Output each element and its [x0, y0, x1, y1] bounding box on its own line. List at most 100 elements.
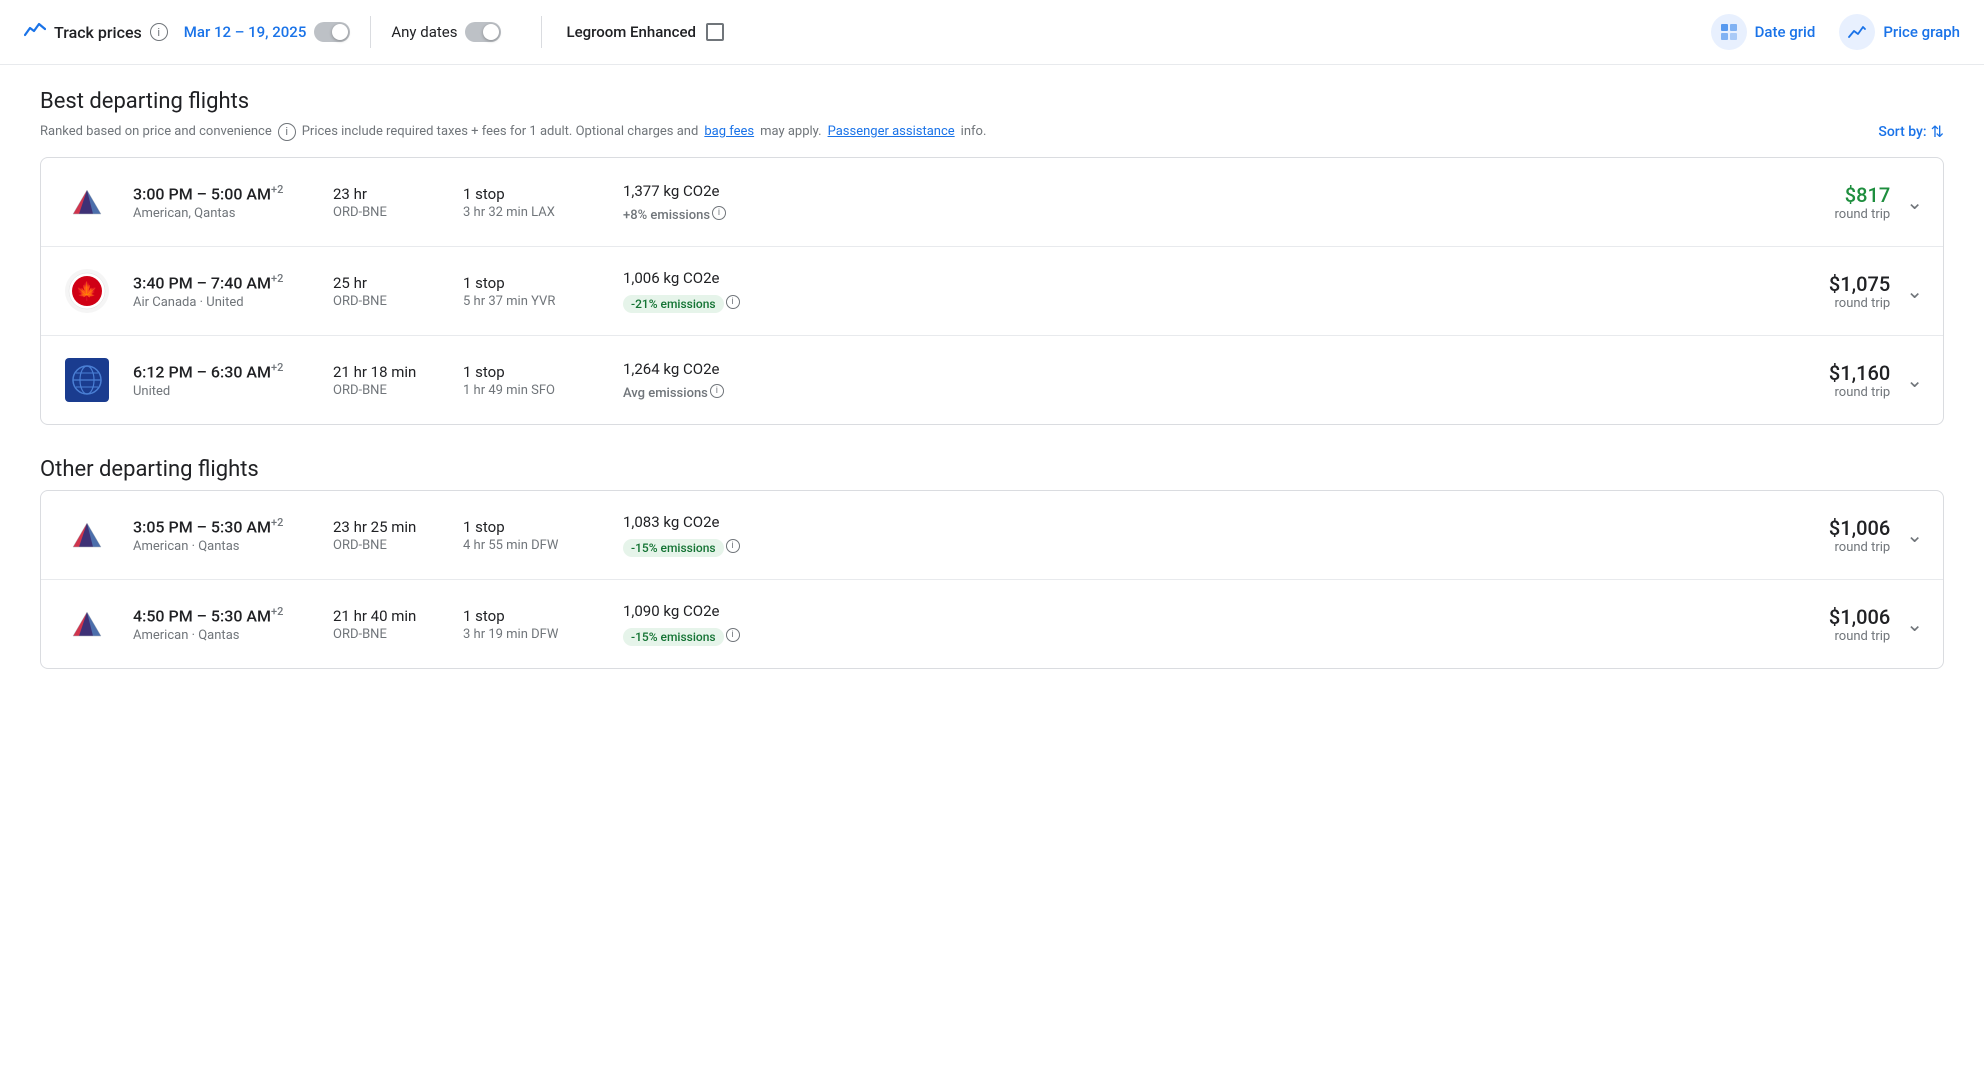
track-prices-info-icon[interactable]: i	[150, 23, 168, 41]
legroom-checkbox[interactable]	[706, 23, 724, 41]
flight-stops: 1 stop 4 hr 55 min DFW	[463, 518, 623, 553]
divider-2	[541, 16, 542, 48]
duration-text: 23 hr 25 min	[333, 518, 463, 536]
route-text: ORD-BNE	[333, 205, 463, 220]
stop-detail: 4 hr 55 min DFW	[463, 538, 623, 553]
airline-name: Air Canada · United	[133, 295, 333, 310]
subtitle-info-icon[interactable]: i	[278, 123, 296, 141]
emissions-info-icon[interactable]: i	[726, 295, 740, 309]
stops-text: 1 stop	[463, 607, 623, 625]
duration-text: 25 hr	[333, 274, 463, 292]
legroom-section: Legroom Enhanced	[566, 23, 723, 41]
stops-text: 1 stop	[463, 185, 623, 203]
emissions-info-icon[interactable]: i	[726, 628, 740, 642]
emissions-kg: 1,264 kg CO2e	[623, 360, 823, 378]
flight-stops: 1 stop 3 hr 19 min DFW	[463, 607, 623, 642]
expand-button[interactable]: ⌄	[1906, 279, 1923, 303]
flight-duration: 25 hr ORD-BNE	[333, 274, 463, 309]
price-label: round trip	[1829, 540, 1890, 555]
emissions-badge: +8% emissions	[623, 208, 710, 223]
time-range: 3:40 PM – 7:40 AM+2	[133, 272, 333, 292]
route-text: ORD-BNE	[333, 294, 463, 309]
emissions-kg: 1,006 kg CO2e	[623, 269, 823, 287]
flight-price: $1,006 round trip	[1829, 516, 1890, 555]
flight-times: 3:00 PM – 5:00 AM+2 American, Qantas	[133, 183, 333, 220]
airline-name: American · Qantas	[133, 539, 333, 554]
track-prices-toggle[interactable]	[314, 22, 350, 42]
price-amount: $1,160	[1829, 361, 1890, 385]
flight-times: 3:05 PM – 5:30 AM+2 American · Qantas	[133, 516, 333, 553]
time-range: 4:50 PM – 5:30 AM+2	[133, 605, 333, 625]
passenger-link[interactable]: Passenger assistance	[828, 124, 955, 139]
emissions-badge: -15% emissions	[623, 628, 724, 646]
duration-text: 23 hr	[333, 185, 463, 203]
emissions-kg: 1,083 kg CO2e	[623, 513, 823, 531]
flight-stops: 1 stop 1 hr 49 min SFO	[463, 363, 623, 398]
divider-1	[370, 16, 371, 48]
bag-fees-link[interactable]: bag fees	[704, 124, 754, 139]
legroom-label: Legroom Enhanced	[566, 23, 695, 41]
flight-duration: 21 hr 40 min ORD-BNE	[333, 607, 463, 642]
price-amount: $1,006	[1829, 516, 1890, 540]
emissions-info-icon[interactable]: i	[726, 539, 740, 553]
may-apply: may apply.	[760, 124, 821, 139]
emissions-info-icon[interactable]: i	[712, 206, 726, 220]
price-amount: $1,006	[1829, 605, 1890, 629]
price-graph-label: Price graph	[1883, 23, 1960, 41]
other-flights-title: Other departing flights	[40, 457, 1944, 482]
info-suffix: info.	[961, 124, 987, 139]
airline-logo	[61, 598, 113, 650]
sort-by-button[interactable]: Sort by: ⇅	[1878, 122, 1944, 141]
track-prices-section: Track prices i	[24, 21, 168, 44]
date-grid-label: Date grid	[1755, 23, 1816, 41]
flight-row[interactable]: 6:12 PM – 6:30 AM+2 United 21 hr 18 min …	[41, 336, 1943, 424]
subtitle-text: Ranked based on price and convenience	[40, 124, 272, 139]
stop-detail: 3 hr 19 min DFW	[463, 627, 623, 642]
price-label: round trip	[1829, 296, 1890, 311]
main-content: Best departing flights Ranked based on p…	[0, 65, 1984, 725]
sort-by-label: Sort by:	[1878, 124, 1926, 140]
date-grid-icon	[1711, 14, 1747, 50]
other-flights-container: 3:05 PM – 5:30 AM+2 American · Qantas 23…	[40, 490, 1944, 669]
emissions-kg: 1,090 kg CO2e	[623, 602, 823, 620]
airline-logo: 🍁	[61, 265, 113, 317]
flight-price: $1,006 round trip	[1829, 605, 1890, 644]
flight-duration: 21 hr 18 min ORD-BNE	[333, 363, 463, 398]
price-amount: $817	[1835, 183, 1891, 207]
time-range: 3:00 PM – 5:00 AM+2	[133, 183, 333, 203]
flight-emissions: 1,090 kg CO2e -15% emissionsi	[623, 602, 823, 646]
expand-button[interactable]: ⌄	[1906, 612, 1923, 636]
date-range[interactable]: Mar 12 – 19, 2025	[184, 23, 307, 41]
duration-text: 21 hr 18 min	[333, 363, 463, 381]
expand-button[interactable]: ⌄	[1906, 368, 1923, 392]
flight-row[interactable]: 3:05 PM – 5:30 AM+2 American · Qantas 23…	[41, 491, 1943, 580]
flight-times: 4:50 PM – 5:30 AM+2 American · Qantas	[133, 605, 333, 642]
time-range: 6:12 PM – 6:30 AM+2	[133, 361, 333, 381]
flight-row[interactable]: 3:00 PM – 5:00 AM+2 American, Qantas 23 …	[41, 158, 1943, 247]
price-label: round trip	[1829, 629, 1890, 644]
emissions-badge: -15% emissions	[623, 539, 724, 557]
emissions-info-icon[interactable]: i	[710, 384, 724, 398]
track-prices-label: Track prices	[54, 23, 142, 42]
stops-text: 1 stop	[463, 363, 623, 381]
airline-name: United	[133, 384, 333, 399]
expand-button[interactable]: ⌄	[1906, 523, 1923, 547]
flight-emissions: 1,083 kg CO2e -15% emissionsi	[623, 513, 823, 557]
flight-emissions: 1,006 kg CO2e -21% emissionsi	[623, 269, 823, 313]
airline-logo	[61, 354, 113, 406]
flight-row[interactable]: 🍁 3:40 PM – 7:40 AM+2 Air Canada · Unite…	[41, 247, 1943, 336]
stops-text: 1 stop	[463, 518, 623, 536]
svg-text:🍁: 🍁	[76, 280, 98, 302]
duration-text: 21 hr 40 min	[333, 607, 463, 625]
route-text: ORD-BNE	[333, 538, 463, 553]
airline-logo	[61, 176, 113, 228]
any-dates-toggle[interactable]	[465, 22, 501, 42]
flight-times: 3:40 PM – 7:40 AM+2 Air Canada · United	[133, 272, 333, 309]
price-graph-button[interactable]: Price graph	[1839, 14, 1960, 50]
expand-button[interactable]: ⌄	[1906, 190, 1923, 214]
date-grid-button[interactable]: Date grid	[1711, 14, 1816, 50]
flight-stops: 1 stop 5 hr 37 min YVR	[463, 274, 623, 309]
flight-row[interactable]: 4:50 PM – 5:30 AM+2 American · Qantas 21…	[41, 580, 1943, 668]
price-label: round trip	[1829, 385, 1890, 400]
flight-price: $1,160 round trip	[1829, 361, 1890, 400]
